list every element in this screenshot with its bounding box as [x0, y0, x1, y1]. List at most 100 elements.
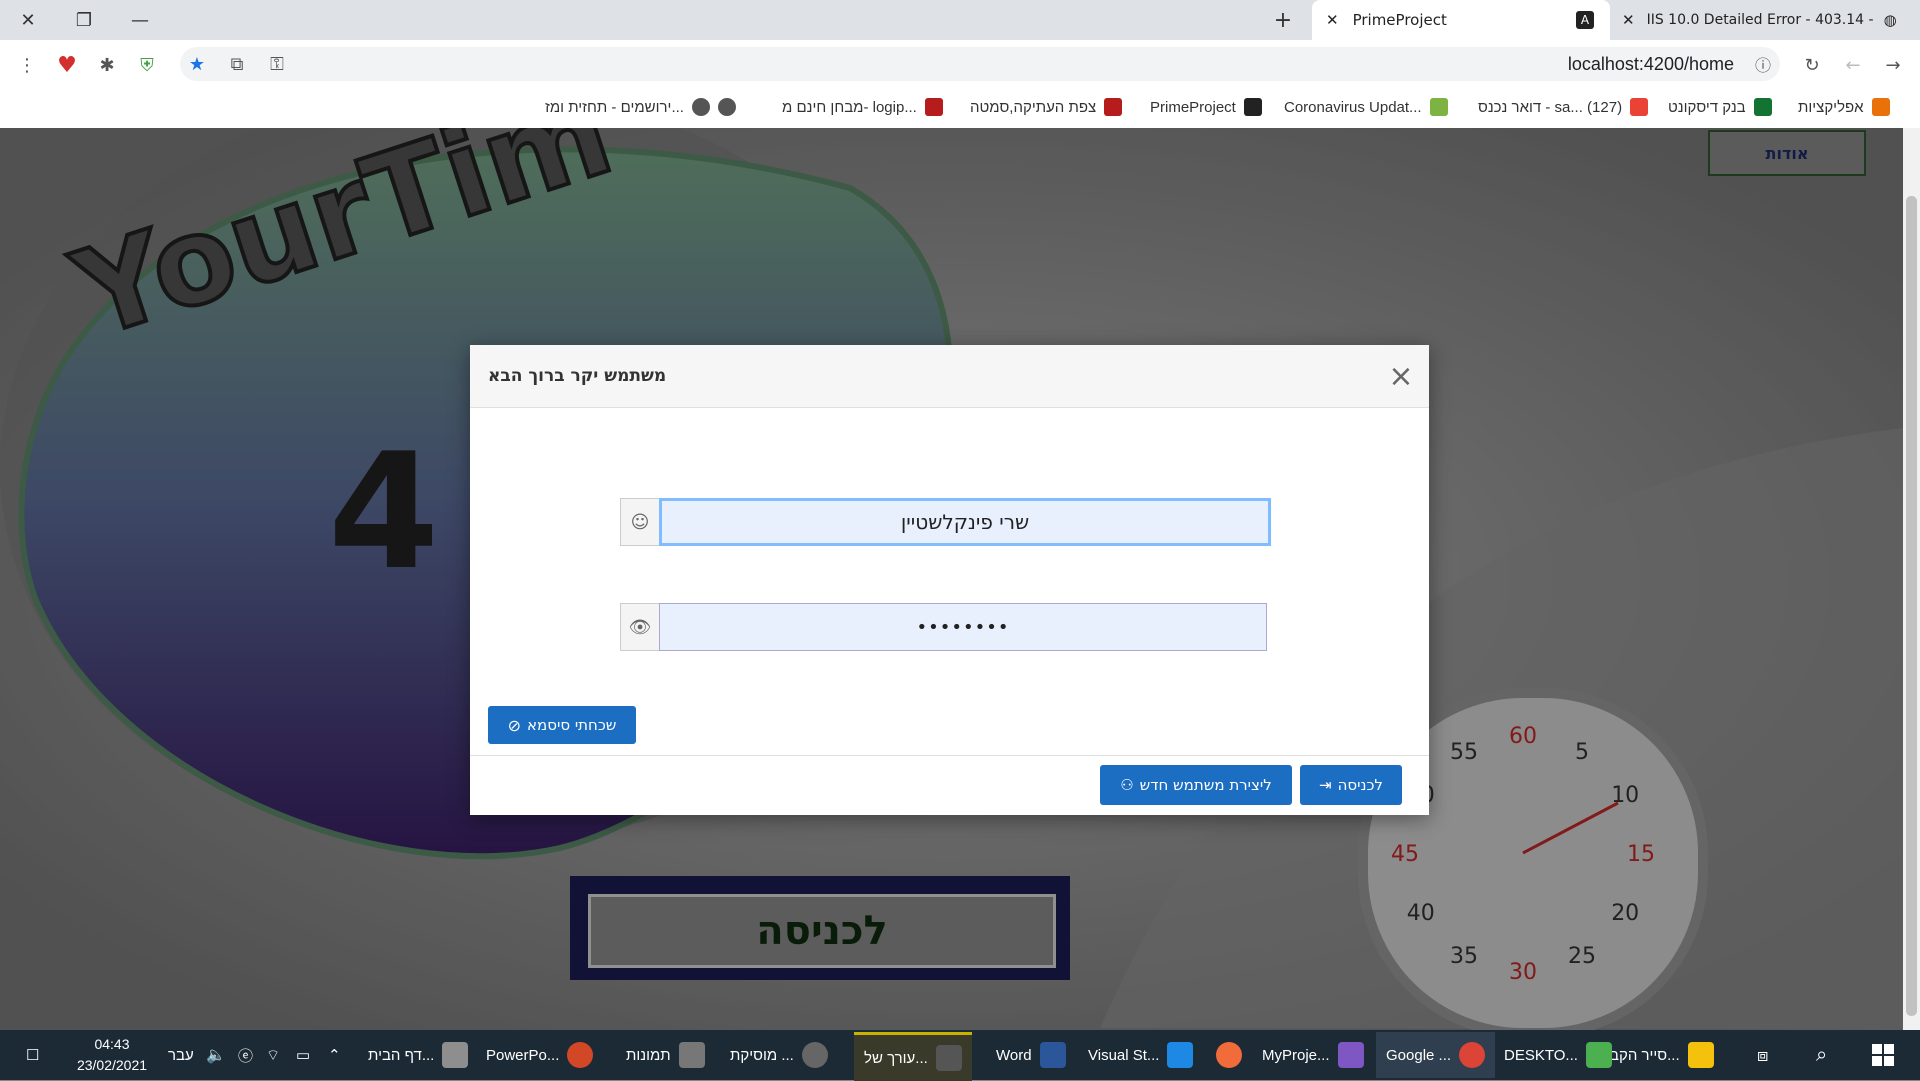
minimize-window-icon[interactable]: — [112, 0, 168, 40]
login-label: לכניסה [1337, 776, 1383, 794]
shield-bookmark-icon [924, 98, 943, 116]
menu-dots-icon[interactable]: ⋮ [12, 50, 42, 80]
taskbar-item-label: מוסיקת ... [730, 1046, 794, 1064]
show-hidden-icons-icon[interactable]: ⌃ [328, 1032, 341, 1078]
heart-extension-icon[interactable]: ♥ [52, 50, 82, 80]
taskbar-item-visual-studio[interactable]: MyProje... [1262, 1032, 1364, 1078]
new-tab-icon[interactable]: + [1255, 0, 1311, 40]
bookmark-star-icon[interactable]: ★ [182, 49, 212, 79]
wifi-icon[interactable]: ⌔ [266, 1032, 280, 1078]
clock-date: 23/02/2021 [76, 1057, 148, 1073]
create-user-label: ליצירת משתמש חדש [1139, 776, 1272, 794]
tab-title: IIS 10.0 Detailed Error - 403.14 - [1646, 12, 1874, 28]
taskbar-item-video-editor[interactable]: עורך של... [854, 1032, 972, 1081]
restore-window-icon[interactable]: ❐ [56, 0, 112, 40]
tab-iis-error[interactable]: ✕ IIS 10.0 Detailed Error - 403.14 - ◍ [1612, 0, 1920, 40]
shield-extension-icon[interactable]: ⛨ [132, 50, 162, 80]
taskbar-item-explorer[interactable]: סייר הקב... [1610, 1032, 1714, 1078]
dialog-title: משתמש יקר ברוך הבא [488, 366, 667, 386]
bank-icon [1753, 98, 1772, 116]
eye-icon[interactable]: 👁 [620, 603, 660, 651]
edge-icon[interactable]: ⓔ [238, 1032, 253, 1078]
windows-start-icon[interactable] [1872, 1032, 1894, 1078]
tab-close-icon[interactable]: ✕ [1622, 11, 1635, 29]
bookmark-weather[interactable]: ירושמים - תחזית ומז... [545, 93, 736, 121]
taskbar-item-photos[interactable]: תמונות [626, 1032, 705, 1078]
bookmark-label: דואר נכנס - sa... (127) [1478, 98, 1623, 116]
back-icon[interactable]: ← [1838, 50, 1868, 80]
bookmark-discount[interactable]: בנק דיסקונט [1668, 93, 1772, 121]
language-indicator[interactable]: עבר [168, 1032, 194, 1078]
address-bar[interactable] [180, 47, 1780, 81]
paint-icon [442, 1042, 469, 1068]
create-user-button[interactable]: ליצירת משתמש חדש ⚇ [1100, 765, 1292, 805]
reload-icon[interactable]: ↻ [1797, 50, 1827, 80]
taskbar-item-music[interactable]: מוסיקת ... [730, 1032, 828, 1078]
extensions-icon[interactable]: ✱ [92, 50, 122, 80]
login-dialog [470, 345, 1429, 815]
dialog-footer-divider [470, 755, 1429, 756]
vscode-icon [1167, 1042, 1194, 1068]
translate-icon[interactable]: ⧉ [222, 49, 252, 79]
bookmark-gmail[interactable]: דואר נכנס - sa... (127) [1478, 93, 1649, 121]
bookmark-label: בנק דיסקונט [1668, 98, 1746, 116]
sign-in-icon: ⇥ [1319, 776, 1332, 794]
key-icon[interactable]: ⚿ [262, 49, 292, 79]
eye-slash-icon: ⊘ [507, 715, 522, 735]
taskbar-item-vscode[interactable]: Visual St... [1088, 1032, 1194, 1078]
globe-icon [717, 98, 736, 116]
notifications-icon[interactable]: ☐ [26, 1032, 39, 1078]
bookmark-label: צפת העתיקה,סמטה [970, 98, 1097, 116]
site-info-icon[interactable]: ⓘ [1748, 49, 1778, 79]
forward-icon[interactable]: → [1878, 50, 1908, 80]
scrollbar-thumb[interactable] [1906, 196, 1917, 1016]
url-text[interactable]: localhost:4200/home [1568, 54, 1734, 75]
bookmark-coronavirus[interactable]: Coronavirus Updat... [1284, 93, 1448, 121]
username-input[interactable]: שרי פינקלשטיין [659, 498, 1271, 546]
bookmark-label: מבחן חינם מ- logip... [782, 98, 917, 116]
gmail-icon [1630, 98, 1649, 116]
add-user-icon: ⚇ [1120, 776, 1134, 794]
angular-icon [1243, 98, 1262, 116]
shield-bookmark-icon [1104, 98, 1123, 116]
bookmark-primeproject[interactable]: PrimeProject [1150, 93, 1262, 121]
taskbar-item-word[interactable]: Word [996, 1032, 1066, 1078]
bookmark-logip[interactable]: מבחן חינם מ- logip... [782, 93, 943, 121]
powerpoint-icon [567, 1042, 594, 1068]
taskbar-item-label: תמונות [626, 1046, 671, 1064]
task-view-icon[interactable]: ⧈ [1757, 1032, 1768, 1078]
taskbar-item-paint[interactable]: דף הבית... [368, 1032, 469, 1078]
search-icon[interactable]: ⌕ [1816, 1032, 1827, 1078]
visual-studio-icon [1337, 1042, 1364, 1068]
bookmark-label: Coronavirus Updat... [1284, 98, 1422, 116]
taskbar-item-powerpoint[interactable]: PowerPo... [486, 1032, 594, 1078]
taskbar-item-label: DESKTO... [1504, 1046, 1578, 1064]
taskbar-item-postman[interactable] [1208, 1032, 1242, 1078]
taskbar-item-desktop[interactable]: DESKTO... [1504, 1032, 1612, 1078]
tab-close-icon[interactable]: ✕ [1326, 11, 1339, 29]
bookmark-label: ירושמים - תחזית ומז... [545, 98, 684, 116]
taskbar-item-label: עורך של... [864, 1049, 928, 1067]
forgot-password-button[interactable]: שכחתי סיסמא ⊘ [488, 706, 636, 744]
taskbar-item-label: MyProje... [1262, 1046, 1330, 1064]
user-icon: ☺ [620, 498, 660, 546]
clapperboard-icon [935, 1045, 962, 1071]
close-window-icon[interactable]: ✕ [0, 0, 56, 40]
close-icon[interactable]: × [1385, 359, 1417, 394]
password-input[interactable]: •••••••• [659, 603, 1267, 651]
photos-icon [678, 1042, 705, 1068]
bookmark-safed[interactable]: צפת העתיקה,סמטה [970, 93, 1123, 121]
tab-primeproject[interactable]: ✕ PrimeProject A [1312, 0, 1610, 40]
gear-icon [691, 98, 710, 116]
volume-icon[interactable]: 🔈 [206, 1032, 226, 1078]
battery-icon[interactable]: ▭ [296, 1032, 310, 1078]
clock[interactable]: 04:43 23/02/2021 [70, 1034, 154, 1076]
coronavirus-icon [1429, 98, 1448, 116]
music-icon [801, 1042, 828, 1068]
taskbar-item-label: סייר הקב... [1610, 1046, 1680, 1064]
taskbar-item-label: Word [996, 1046, 1032, 1064]
login-button[interactable]: לכניסה ⇥ [1300, 765, 1402, 805]
bookmark-apps[interactable]: אפליקציות [1798, 93, 1890, 121]
taskbar-item-chrome[interactable]: Google ... [1376, 1032, 1496, 1078]
folder-icon [1687, 1042, 1714, 1068]
